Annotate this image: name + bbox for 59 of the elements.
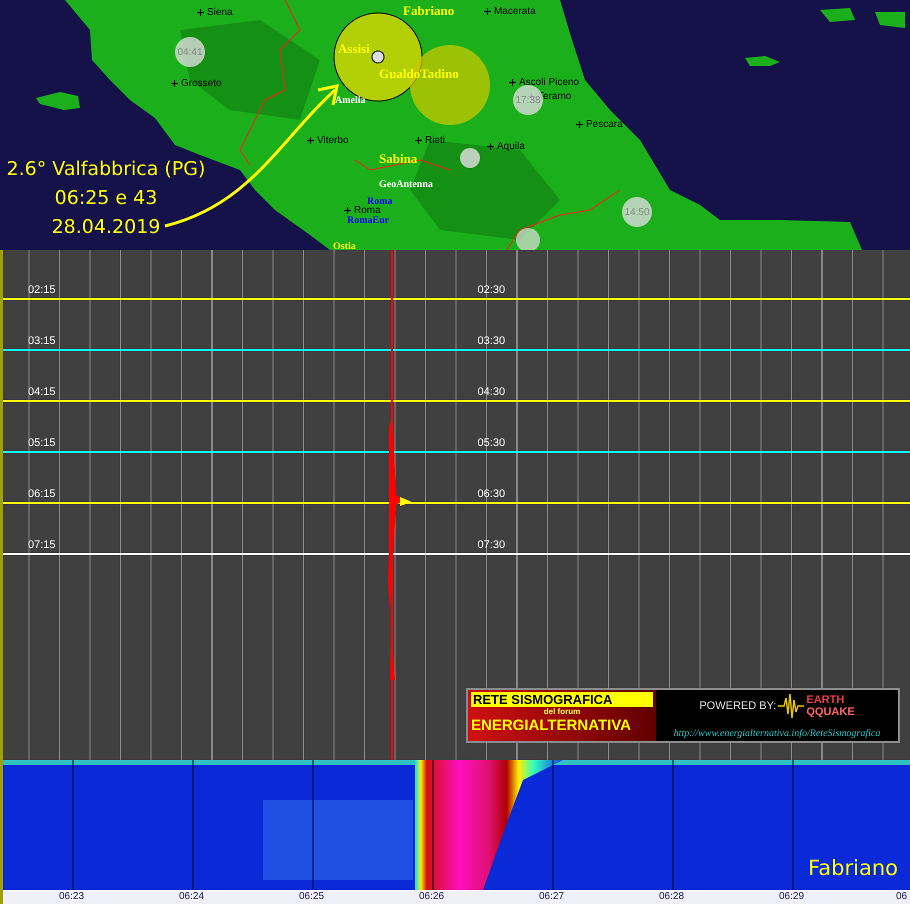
- axis-tick-label: 06: [896, 891, 908, 902]
- event-caption: 2.6° Valfabbrica (PG): [6, 157, 206, 182]
- time-label: 05:30: [478, 437, 506, 449]
- time-label: 02:15: [28, 284, 56, 296]
- axis-tick-label: 06:25: [299, 891, 324, 902]
- city-label: Siena: [207, 7, 233, 18]
- station-label: Amelia: [335, 95, 366, 106]
- plus-icon: [415, 137, 422, 144]
- station-label: Fabriano: [808, 856, 898, 880]
- axis-tick-label: 06:27: [539, 891, 564, 902]
- city-label: Aquila: [497, 141, 525, 152]
- event-caption: 06:25 e 43: [54, 186, 158, 211]
- event-caption: 28.04.2019: [52, 215, 160, 240]
- station-label: Ostia: [333, 241, 356, 252]
- city-label: Ascoli Piceno: [519, 77, 580, 88]
- time-label: 06:30: [478, 488, 506, 500]
- axis-tick-label: 06:29: [779, 891, 804, 902]
- plus-icon: [307, 137, 314, 144]
- axis-tick-label: 06:24: [179, 891, 204, 902]
- station-label: RomaEur: [347, 215, 390, 226]
- website-link[interactable]: http://www.energialternativa.info/ReteSismografica: [674, 728, 880, 739]
- powered-by-label: POWERED BY:: [699, 700, 776, 712]
- time-label: 05:15: [28, 437, 56, 449]
- brand-label: QQUAKE: [806, 706, 855, 718]
- station-label: GualdoTadino: [379, 66, 459, 82]
- axis-tick-label: 06:28: [659, 891, 684, 902]
- plus-icon: [171, 80, 178, 87]
- station-label: Roma: [367, 196, 393, 207]
- station-label: GeoAntenna: [379, 179, 433, 190]
- axis-tick-label: 06:23: [59, 891, 84, 902]
- station-label: Fabriano: [403, 3, 454, 19]
- time-label: 03:30: [478, 335, 506, 347]
- city-label: Rieti: [425, 135, 446, 146]
- time-label: 06:15: [28, 488, 56, 500]
- plus-icon: [197, 9, 204, 16]
- city-label: Grosseto: [181, 78, 222, 89]
- time-label: 02:30: [478, 284, 506, 296]
- time-label: 07:30: [478, 539, 506, 551]
- banner-subtitle: del forum: [542, 707, 582, 717]
- plus-icon: [484, 8, 491, 15]
- waveform-icon: [778, 692, 804, 720]
- station-label: Sabina: [379, 151, 418, 167]
- plus-icon: [344, 207, 351, 214]
- city-label: Macerata: [494, 6, 536, 17]
- city-label: Roma: [354, 205, 381, 216]
- plus-icon: [509, 79, 516, 86]
- time-label: 04:30: [478, 386, 506, 398]
- brand-label: EARTH: [806, 694, 846, 706]
- plus-icon: [576, 121, 583, 128]
- station-label: Assisi: [338, 41, 370, 57]
- city-label: Viterbo: [317, 135, 349, 146]
- time-label: 07:15: [28, 539, 56, 551]
- axis-tick-label: 06:26: [419, 891, 444, 902]
- time-label: 04:15: [28, 386, 56, 398]
- time-label: 03:15: [28, 335, 56, 347]
- banner-title: RETE SISMOGRAFICA: [471, 692, 653, 707]
- banner-name: ENERGIALTERNATIVA: [471, 717, 632, 734]
- city-label: Pescara: [586, 119, 623, 130]
- plus-icon: [487, 143, 494, 150]
